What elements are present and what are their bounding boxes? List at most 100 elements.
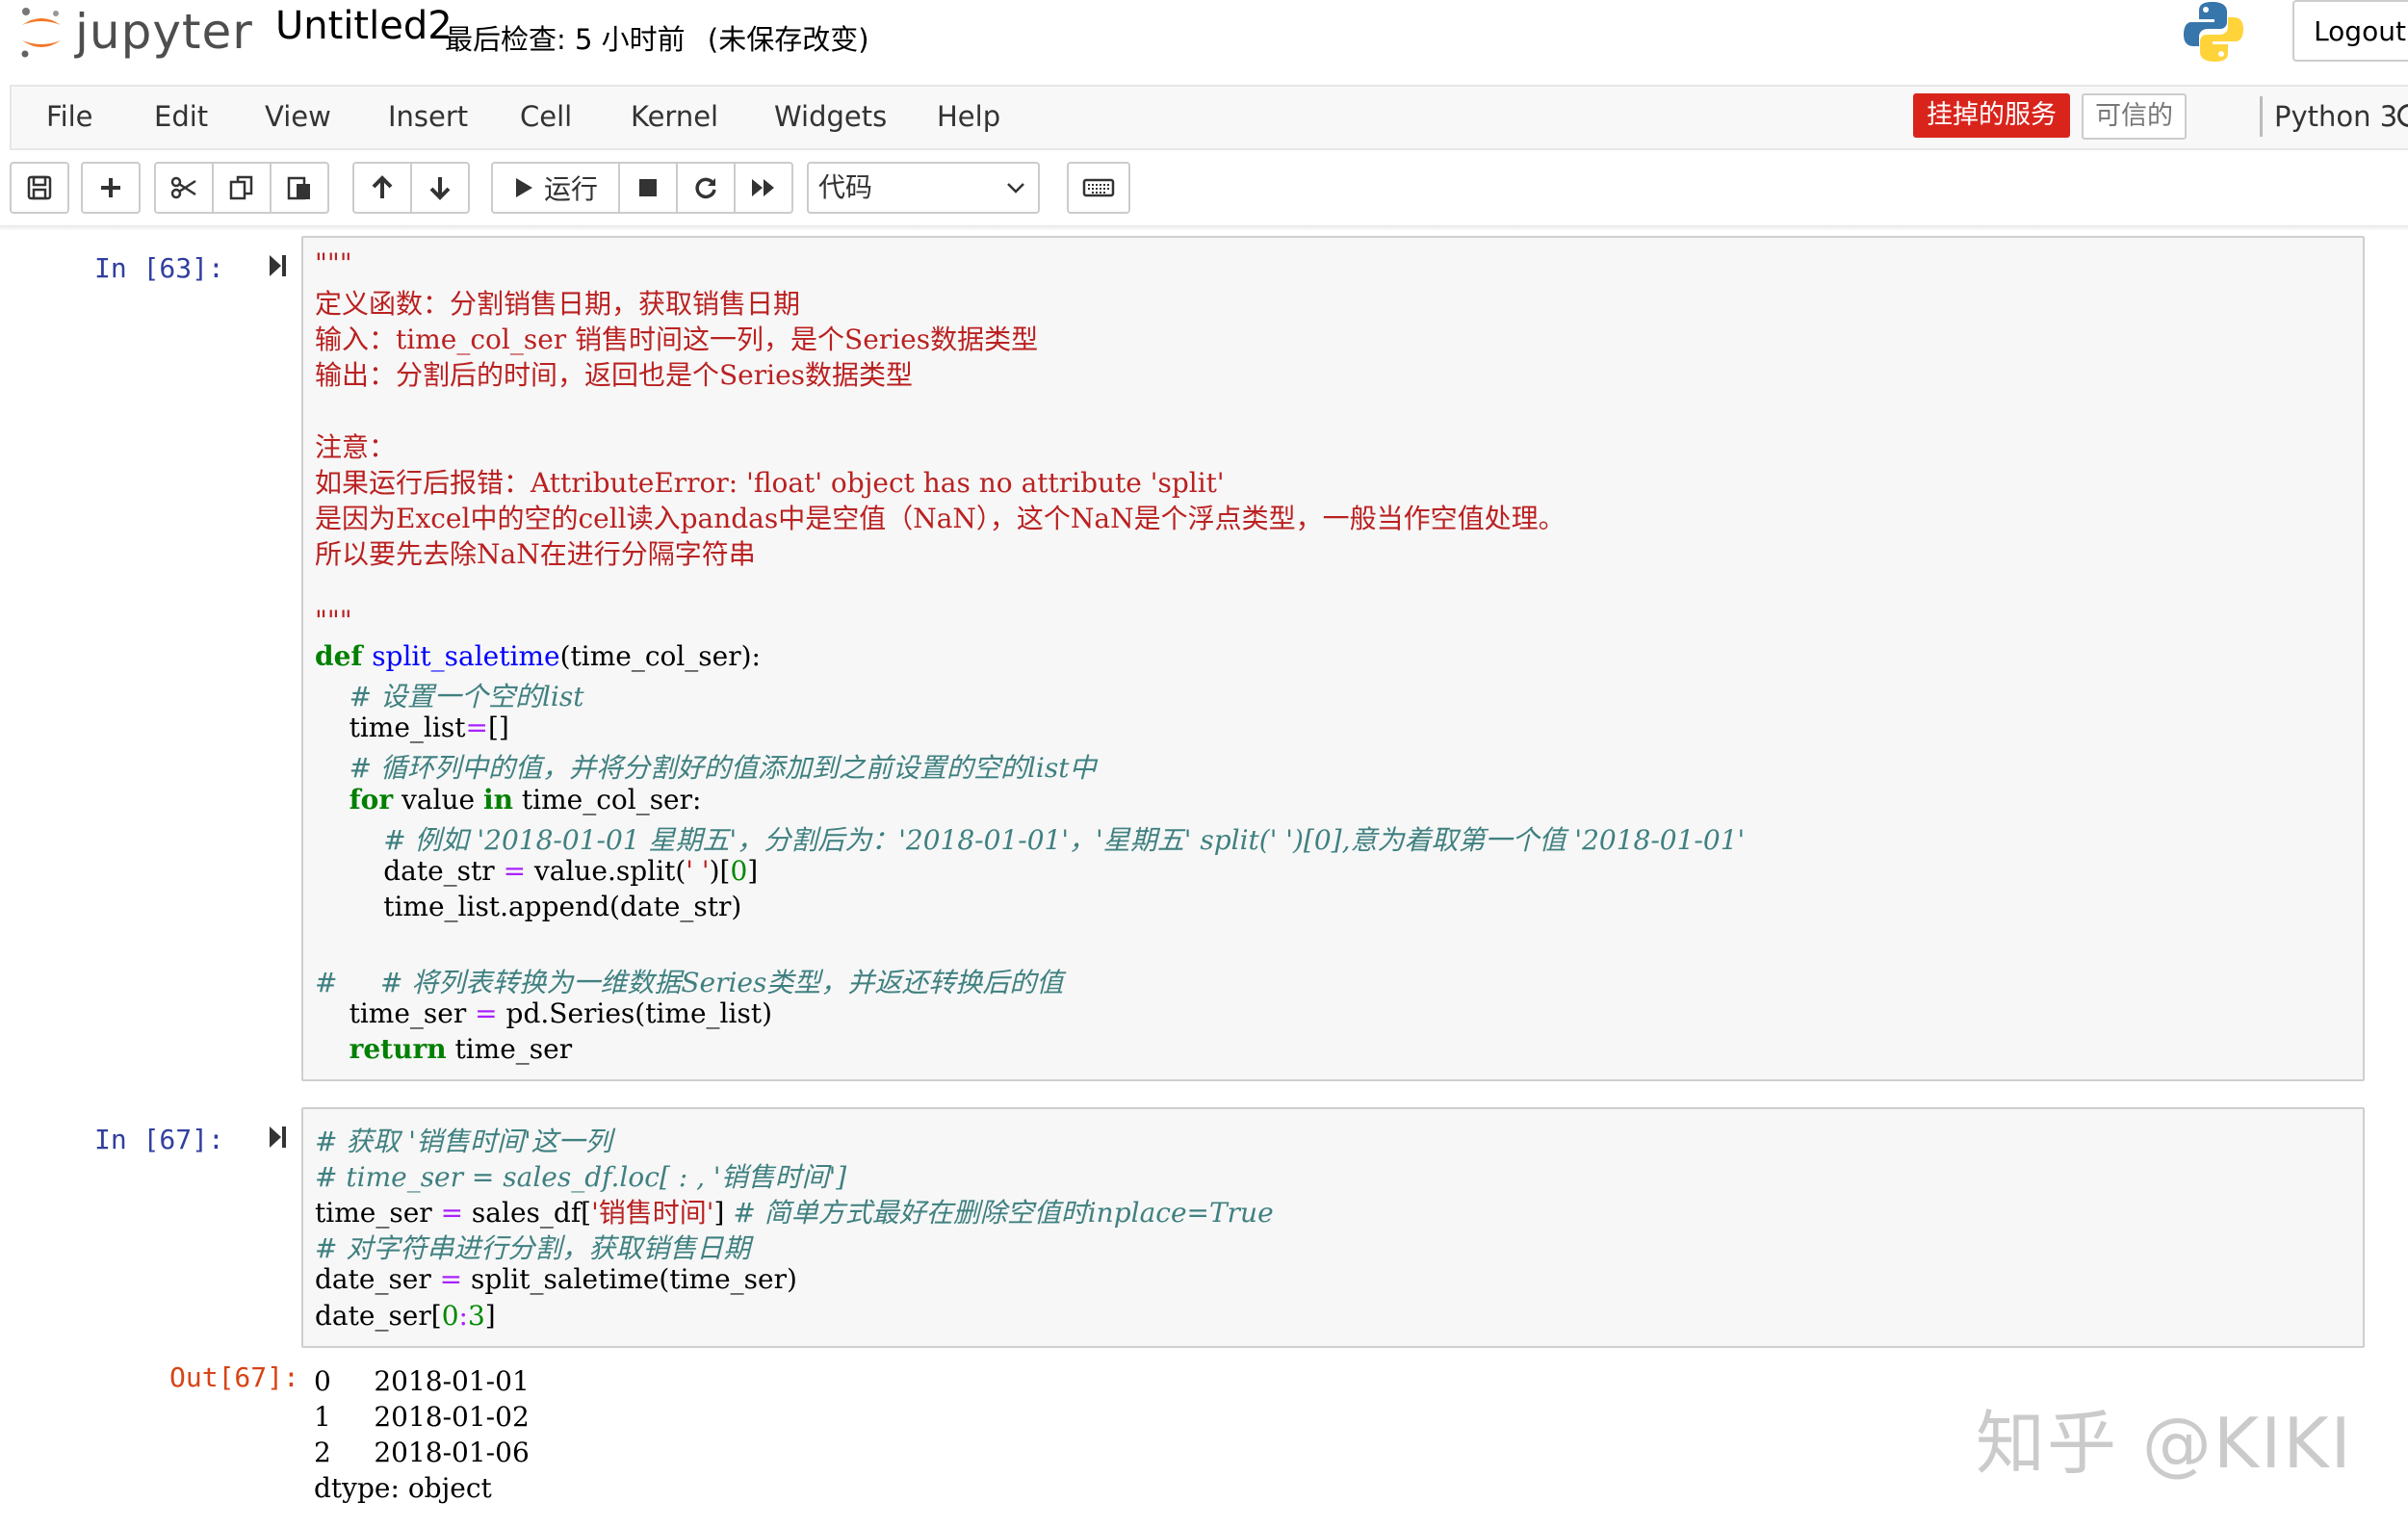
code-token: # 设置一个空的list [349,681,584,713]
interrupt-button[interactable] [618,162,678,214]
code-line: """ [315,247,352,279]
code-token: 所以要先去除NaN在进行分隔字符串 [315,537,756,570]
code-cell-input[interactable]: # 获取 '销售时间'这一列 # time_ser = sales_df.loc[… [301,1107,2365,1348]
logout-button[interactable]: Logout [2292,0,2408,62]
code-token: time_list [315,712,466,744]
code-token: (time_col_ser): [559,640,761,673]
move-up-button[interactable] [352,162,412,214]
code-token: split_saletime [372,640,560,673]
code-token: pd.Series(time_list) [497,997,773,1030]
run-label: 运行 [543,173,598,205]
menu-edit[interactable]: Edit [154,100,208,133]
insert-cell-button[interactable] [81,162,141,214]
run-cell-icon[interactable] [268,252,289,279]
code-line: time_ser = pd.Series(time_list) [315,997,772,1029]
code-token: 0 [730,854,748,887]
jupyter-logo[interactable]: jupyter [17,4,253,60]
keyboard-icon [1082,178,1115,197]
code-token: # 对字符串进行分割，获取销售日期 [315,1232,751,1265]
code-token: # 例如 '2018-01-01 星期五'，分割后为：'2018-01-01'，… [383,823,1746,856]
restart-button[interactable] [676,162,736,214]
stop-icon [639,179,657,196]
watermark: 知乎 @KIKI [1976,1403,2353,1484]
kernel-dead-indicator[interactable]: 挂掉的服务 [1913,93,2070,138]
code-token: 输入：time_col_ser 销售时间这一列，是个Series数据类型 [315,324,1039,356]
toolbar-group-palette [1067,162,1130,214]
floppy-disk-icon [27,175,52,200]
code-line: # 循环列中的值，并将分割好的值添加到之前设置的空的list中 [315,747,1097,786]
code-token: ' ' [686,854,710,887]
code-cell-input[interactable]: """ 定义函数：分割销售日期，获取销售日期 输入：time_col_ser 销售时… [301,236,2365,1081]
toolbar-group-insert [81,162,141,214]
play-icon [515,178,532,197]
code-token: time_list.append(date_str) [315,890,742,922]
menu-widgets[interactable]: Widgets [774,100,887,133]
code-line: 输出：分割后的时间，返回也是个Series数据类型 [315,354,913,393]
code-token: ] [713,1197,734,1230]
output-line: 0 2018-01-01 [314,1365,530,1397]
code-token: [] [487,712,509,744]
code-token: time_ser [315,1197,441,1230]
chevron-down-icon [1007,183,1024,194]
refresh-icon [695,177,716,199]
toolbar-group-move [352,162,470,214]
jupyter-wordmark: jupyter [75,4,253,60]
code-token: date_ser[ [315,1299,442,1332]
code-line: # 设置一个空的list [315,676,584,714]
output-line: 1 2018-01-02 [314,1401,530,1433]
code-token: 注意： [315,430,397,463]
checkpoint-text: 最后检查: 5 小时前 [445,23,686,56]
jupyter-logo-icon [21,8,61,58]
code-token: value [393,783,483,816]
paste-button[interactable] [270,162,329,214]
code-line: return time_ser [315,1033,573,1066]
output-line: dtype: object [314,1472,492,1504]
clipboard-icon [287,176,310,200]
code-token: def [315,640,373,673]
code-token: # 简单方式最好在删除空值时inplace=True [733,1197,1274,1230]
code-line: """ [315,605,352,636]
toolbar-shadow [0,225,2408,231]
code-token: # # 将列表转换为一维数据Series类型，并返还转换后的值 [315,967,1064,998]
code-line: for value in time_col_ser: [315,783,702,816]
run-button[interactable]: 运行 [491,162,620,214]
code-line: 输入：time_col_ser 销售时间这一列，是个Series数据类型 [315,319,1038,357]
code-token: # 循环列中的值，并将分割好的值添加到之前设置的空的list中 [349,752,1097,785]
code-token: ] [747,854,759,887]
menu-cell[interactable]: Cell [520,100,572,133]
save-button[interactable] [10,162,69,214]
run-cell-icon[interactable] [268,1124,289,1151]
code-line: date_ser = split_saletime(time_ser) [315,1263,797,1295]
command-palette-button[interactable] [1067,162,1130,214]
restart-run-all-button[interactable] [734,162,793,214]
code-token: time_col_ser: [512,783,702,816]
trusted-indicator[interactable]: 可信的 [2082,93,2187,140]
code-token: time_ser [446,1033,573,1066]
header: jupyter Untitled2 最后检查: 5 小时前 (未保存改变) Lo… [0,0,2408,83]
cut-button[interactable] [154,162,214,214]
menu-help[interactable]: Help [937,100,1000,133]
toolbar-group-save [10,162,69,214]
code-line: time_ser = sales_df['销售时间'] # 简单方式最好在删除空… [315,1192,1274,1230]
output-line: 2 2018-01-06 [314,1437,530,1468]
code-token: date_str [315,854,504,887]
code-token: : [458,1299,468,1332]
move-down-button[interactable] [410,162,470,214]
code-token: # time_ser = sales_df.loc[ : , '销售时间'] [315,1161,847,1194]
kernel-separator [2260,96,2263,137]
checkpoint-status: 最后检查: 5 小时前 (未保存改变) [445,17,869,58]
kernel-name: Python 3 [2274,100,2398,133]
unsaved-indicator: (未保存改变) [707,23,869,56]
menu-insert[interactable]: Insert [388,100,468,133]
menu-view[interactable]: View [265,100,331,133]
code-token: )[ [709,854,731,887]
menu-kernel[interactable]: Kernel [631,100,718,133]
menu-file[interactable]: File [46,100,93,133]
copy-button[interactable] [212,162,272,214]
code-line: 如果运行后报错：AttributeError: 'float' object h… [315,462,1225,501]
notebook-name[interactable]: Untitled2 [275,4,453,48]
cell-type-select[interactable]: 代码 [807,162,1040,214]
